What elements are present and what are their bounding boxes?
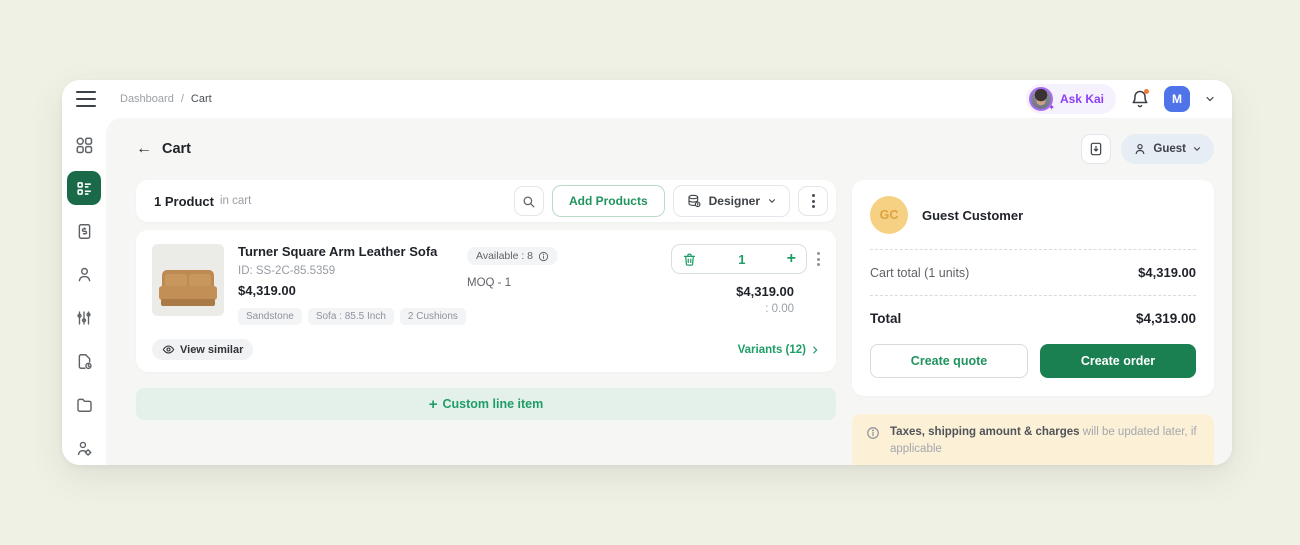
order-summary-card: GC Guest Customer Cart total (1 units) $…	[852, 180, 1214, 396]
custom-line-item-label: Custom line item	[442, 397, 544, 412]
top-bar: Dashboard / Cart ✦ Ask Kai M	[62, 80, 1232, 118]
user-avatar[interactable]: M	[1164, 86, 1190, 112]
availability-badge: Available : 8	[467, 247, 559, 265]
product-count: 1 Product	[154, 193, 214, 209]
sidebar-item-customers[interactable]	[67, 258, 101, 291]
total-value: $4,319.00	[1135, 311, 1196, 326]
sidebar-item-team[interactable]	[67, 432, 101, 465]
kebab-icon	[811, 194, 815, 208]
customer-avatar: GC	[870, 196, 908, 234]
sidebar-item-cart-orders[interactable]	[67, 171, 101, 205]
line-total: $4,319.00	[736, 284, 794, 299]
back-arrow-icon[interactable]: ←	[136, 140, 152, 158]
sidebar-item-dashboard[interactable]	[67, 128, 101, 161]
breadcrumb: Dashboard / Cart	[120, 93, 212, 105]
variants-link[interactable]: Variants (12)	[738, 344, 820, 356]
divider	[870, 295, 1196, 296]
breadcrumb-cart: Cart	[190, 93, 212, 105]
product-tag: Sandstone	[238, 308, 302, 326]
cart-header-card: 1 Product in cart Add Products Designer	[136, 180, 836, 222]
breadcrumb-separator: /	[180, 93, 184, 105]
export-document-button[interactable]	[1081, 134, 1112, 164]
product-count-suffix: in cart	[219, 195, 252, 207]
eye-icon	[162, 345, 175, 354]
info-icon	[867, 427, 879, 439]
plus-icon: +	[428, 395, 438, 413]
customer-selector-label: Guest	[1153, 143, 1186, 155]
create-order-button[interactable]: Create order	[1040, 344, 1196, 378]
sidebar-item-files[interactable]	[67, 388, 101, 421]
ask-kai-label: Ask Kai	[1059, 92, 1104, 106]
notification-dot	[1144, 89, 1149, 94]
search-button[interactable]	[513, 186, 544, 216]
breadcrumb-dashboard[interactable]: Dashboard	[120, 93, 174, 105]
custom-line-item-button[interactable]: + Custom line item	[136, 388, 836, 421]
product-image[interactable]	[152, 244, 224, 316]
price-list-icon	[688, 194, 701, 208]
page-title: Cart	[162, 141, 192, 157]
product-unit-price: $4,319.00	[238, 283, 296, 299]
line-item-more-options[interactable]	[817, 252, 820, 266]
moq-label: MOQ - 1	[467, 277, 512, 289]
cart-more-options-button[interactable]	[798, 186, 828, 216]
notification-bell-icon[interactable]	[1130, 89, 1150, 109]
quantity-value[interactable]: 1	[738, 252, 745, 267]
cart-total-label: Cart total (1 units)	[870, 265, 970, 280]
designer-label: Designer	[708, 194, 760, 208]
view-similar-button[interactable]: View similar	[152, 339, 254, 361]
cart-total-value: $4,319.00	[1138, 265, 1196, 280]
customer-selector-dropdown[interactable]: Guest	[1121, 134, 1214, 164]
app-window: Dashboard / Cart ✦ Ask Kai M ← Cart Gues…	[62, 80, 1232, 465]
sparkle-icon: ✦	[1048, 103, 1055, 112]
sidebar-item-documents[interactable]	[67, 345, 101, 378]
chevron-down-icon	[768, 199, 776, 204]
tax-note-text: Taxes, shipping amount & charges will be…	[890, 426, 1197, 456]
product-id: ID: SS-2C-85.5359	[238, 265, 336, 278]
quantity-stepper[interactable]: 1 +	[671, 244, 807, 274]
main-content: ← Cart Guest 1 Product in cart Add Produ…	[106, 118, 1232, 465]
ask-kai-button[interactable]: ✦ Ask Kai	[1025, 84, 1116, 114]
kai-avatar: ✦	[1028, 87, 1055, 112]
product-tag: 2 Cushions	[399, 308, 466, 326]
tax-info-banner: Taxes, shipping amount & charges will be…	[852, 414, 1214, 465]
hamburger-menu-icon[interactable]	[76, 91, 96, 107]
divider	[870, 249, 1196, 250]
add-products-button[interactable]: Add Products	[551, 185, 665, 217]
file-download-icon	[1091, 142, 1102, 156]
product-name[interactable]: Turner Square Arm Leather Sofa	[238, 244, 453, 260]
create-quote-button[interactable]: Create quote	[870, 344, 1028, 378]
chevron-right-icon	[813, 346, 818, 354]
product-line-item: Turner Square Arm Leather Sofa ID: SS-2C…	[136, 230, 836, 373]
person-icon	[1136, 143, 1145, 155]
account-chevron-down-icon[interactable]	[1204, 93, 1216, 105]
trash-icon[interactable]	[682, 252, 697, 267]
customer-name: Guest Customer	[922, 207, 1024, 223]
total-label: Total	[870, 311, 902, 326]
chevron-down-icon	[1193, 147, 1201, 152]
info-icon[interactable]	[538, 251, 549, 262]
product-tag: Sofa : 85.5 Inch	[307, 308, 394, 326]
increase-quantity-icon[interactable]: +	[787, 251, 796, 267]
product-tags: Sandstone Sofa : 85.5 Inch 2 Cushions	[238, 308, 466, 326]
search-icon	[523, 196, 535, 207]
sidebar-item-filters-settings[interactable]	[67, 302, 101, 335]
designer-dropdown[interactable]: Designer	[672, 185, 790, 217]
sidebar-nav	[62, 118, 106, 465]
sidebar-item-invoices[interactable]	[67, 215, 101, 248]
line-sub-amount: : 0.00	[765, 303, 794, 315]
